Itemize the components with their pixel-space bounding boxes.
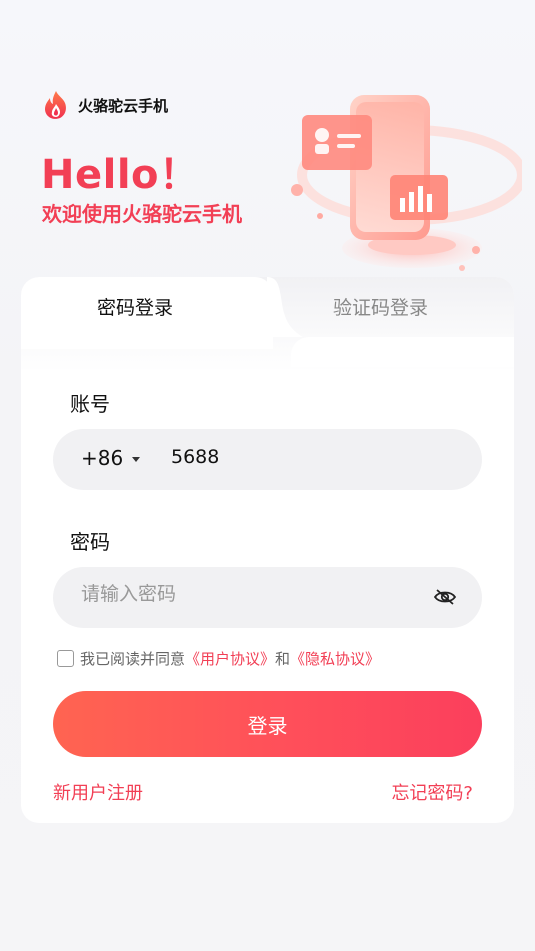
agreement-prefix: 我已阅读并同意 [80,650,186,668]
welcome-subtitle: 欢迎使用火骆驼云手机 [42,202,242,226]
eye-hidden-icon[interactable] [433,587,457,607]
tab-password-login[interactable]: 密码登录 [97,293,173,320]
chevron-down-icon[interactable] [132,457,140,462]
phone-input[interactable]: 5688 [171,446,219,468]
login-button[interactable]: 登录 [53,691,482,757]
agreement-row: 我已阅读并同意 《用户协议》 和 《隐私协议》 [57,648,380,669]
phone-field[interactable]: +86 5688 [53,429,482,490]
brand: 火骆驼云手机 [42,90,168,120]
phone-illustration [291,95,522,271]
user-agreement-link[interactable]: 《用户协议》 [185,648,275,669]
forgot-password-link[interactable]: 忘记密码? [391,779,473,805]
agreement-conjunction: 和 [275,650,291,668]
privacy-policy-link[interactable]: 《隐私协议》 [290,648,380,669]
agreement-checkbox[interactable] [57,650,74,667]
flame-logo-icon [45,91,66,119]
country-code-select[interactable]: +86 [81,446,123,470]
password-input[interactable] [81,583,411,605]
hello-title: Hello！ [41,152,200,198]
brand-name: 火骆驼云手机 [78,96,169,115]
register-link[interactable]: 新用户注册 [53,779,143,805]
password-label: 密码 [70,530,110,554]
tab-code-login[interactable]: 验证码登录 [333,293,428,320]
login-card: 密码登录 验证码登录 账号 +86 5688 密码 我已阅读并同意 《用户协议》… [21,277,514,823]
password-field[interactable] [53,567,482,628]
account-label: 账号 [70,392,110,416]
